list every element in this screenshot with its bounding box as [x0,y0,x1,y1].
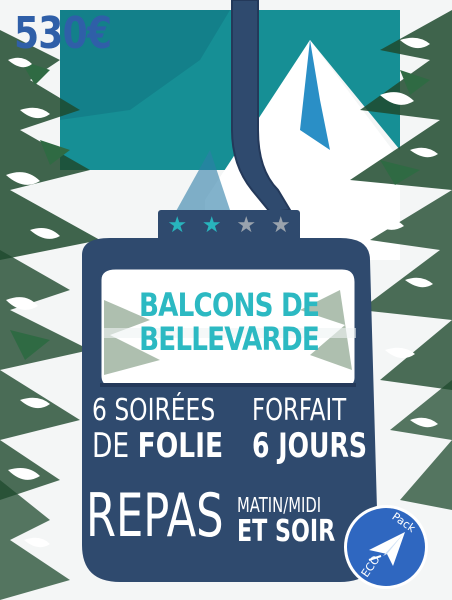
paper-plane-icon [368,532,405,566]
title-line2: BELLEVARDE [139,320,320,358]
title-line1: BALCONS DE [138,286,320,324]
soirees-prefix: DE [92,426,130,466]
soirees-line2: DE FOLIE [92,427,223,465]
star-empty-icon: ★ [270,213,291,238]
resort-title: BALCONS DE BELLEVARDE [100,288,358,356]
pack-eco-badge: Pack ECO [344,505,428,589]
forfait-block: FORFAIT 6 JOURS [252,393,407,466]
rating-stars: ★ ★ ★ ★ [160,212,298,240]
repas-line1: MATIN/MIDI [237,493,322,517]
soirees-block: 6 SOIRÉES DE FOLIE [92,393,260,466]
star-empty-icon: ★ [236,213,257,238]
soirees-emph: FOLIE [137,426,224,466]
poster: 530€ ★ ★ ★ ★ BALCONS DE BELLEVARDE 6 SOI… [0,0,452,600]
forfait-line2: 6 JOURS [252,426,367,466]
price-label: 530€ [14,8,112,59]
soirees-line1: 6 SOIRÉES [92,393,216,428]
forfait-line1: FORFAIT [252,393,347,428]
repas-line2: ET SOIR [237,514,336,549]
star-filled-icon: ★ [167,213,188,238]
star-filled-icon: ★ [201,213,222,238]
